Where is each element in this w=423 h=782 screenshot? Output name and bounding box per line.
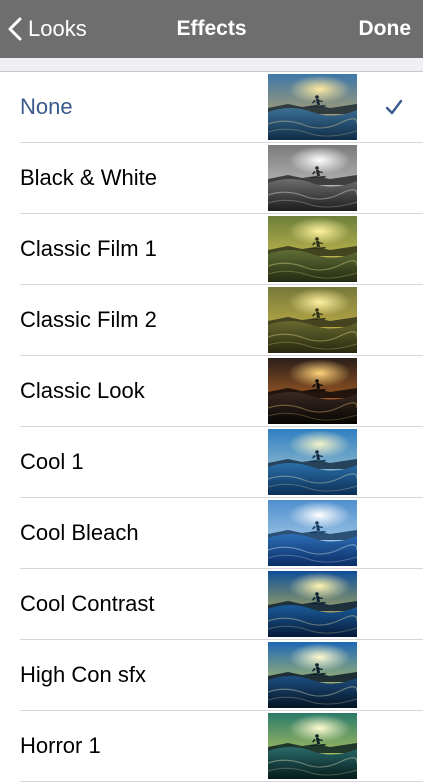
effect-preview-thumbnail xyxy=(268,429,357,495)
effect-preview-thumbnail xyxy=(268,571,357,637)
effect-preview-thumbnail xyxy=(268,74,357,140)
chevron-left-icon xyxy=(8,17,22,41)
effect-label: Cool Contrast xyxy=(20,591,155,616)
done-button[interactable]: Done xyxy=(359,0,412,58)
effect-row[interactable]: High Con sfx xyxy=(0,640,423,711)
effect-row[interactable]: Horror 1 xyxy=(0,711,423,782)
effect-row[interactable]: Classic Film 2 xyxy=(0,285,423,356)
effect-row[interactable]: Cool 1 xyxy=(0,427,423,498)
effect-row[interactable]: Black & White xyxy=(0,143,423,214)
effect-row[interactable]: Cool Bleach xyxy=(0,498,423,569)
effect-label: Classic Film 1 xyxy=(20,236,157,261)
effect-preview-thumbnail xyxy=(268,216,357,282)
effect-row[interactable]: Cool Contrast xyxy=(0,569,423,640)
effect-label: Classic Look xyxy=(20,378,145,403)
effect-label: High Con sfx xyxy=(20,662,146,687)
section-spacer xyxy=(0,58,423,72)
effect-label: Horror 1 xyxy=(20,733,101,758)
back-button[interactable]: Looks xyxy=(8,0,87,58)
effect-preview-thumbnail xyxy=(268,358,357,424)
checkmark-icon xyxy=(384,97,404,117)
effect-preview-thumbnail xyxy=(268,500,357,566)
effect-row[interactable]: None xyxy=(0,72,423,143)
effect-label: None xyxy=(20,94,73,119)
effect-row[interactable]: Classic Film 1 xyxy=(0,214,423,285)
effect-label: Classic Film 2 xyxy=(20,307,157,332)
effect-row[interactable]: Classic Look xyxy=(0,356,423,427)
effect-preview-thumbnail xyxy=(268,713,357,779)
effect-label: Black & White xyxy=(20,165,157,190)
effect-label: Cool Bleach xyxy=(20,520,139,545)
nav-bar: Looks Effects Done xyxy=(0,0,423,58)
effect-preview-thumbnail xyxy=(268,642,357,708)
effects-list: None Black & White Classic Film 1 Classic F… xyxy=(0,72,423,782)
back-button-label: Looks xyxy=(28,16,87,41)
effect-preview-thumbnail xyxy=(268,287,357,353)
effect-label: Cool 1 xyxy=(20,449,84,474)
effect-preview-thumbnail xyxy=(268,145,357,211)
